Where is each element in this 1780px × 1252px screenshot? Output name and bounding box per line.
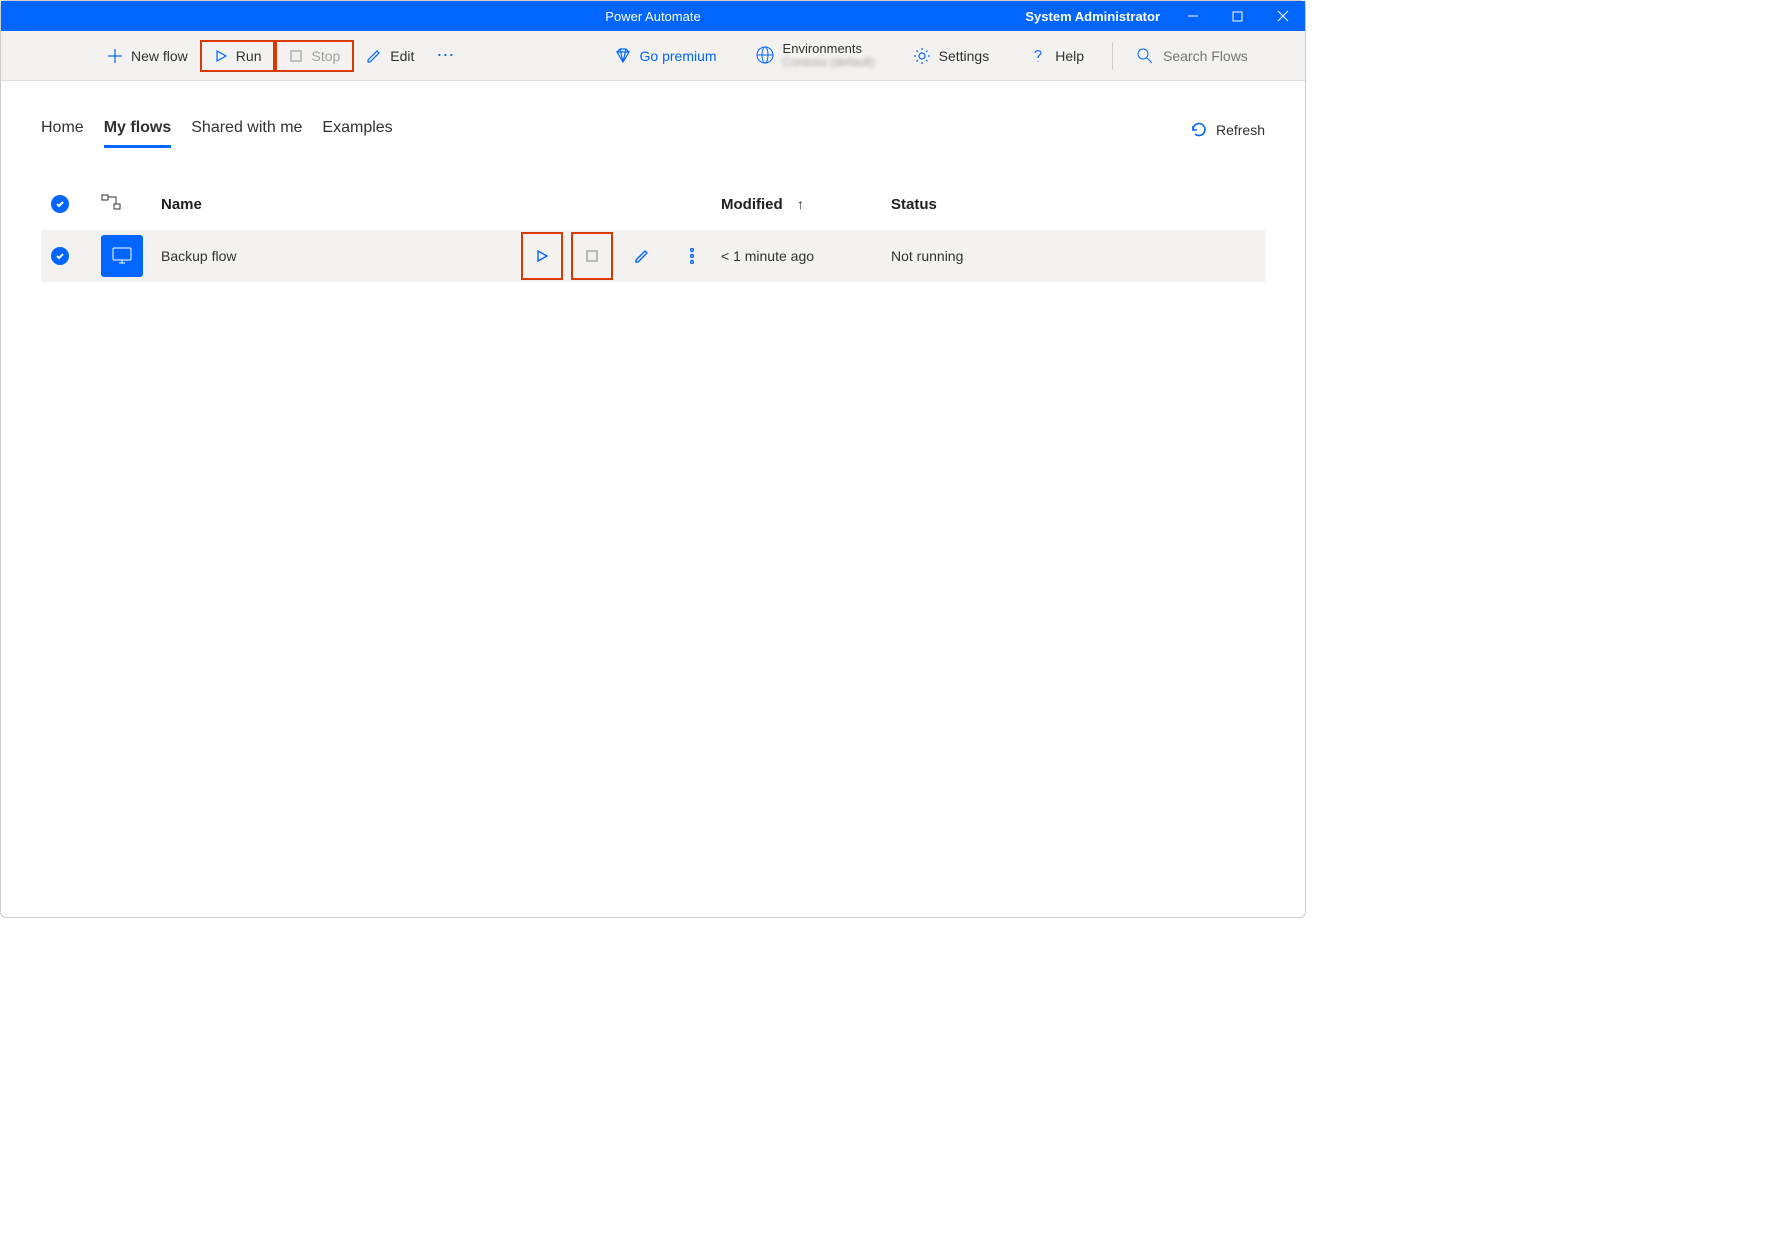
environments-label: Environments (783, 42, 875, 56)
pencil-icon (634, 248, 650, 264)
close-button[interactable] (1260, 1, 1305, 31)
minimize-icon (1187, 10, 1199, 22)
ellipsis-icon: ⋯ (436, 45, 455, 65)
play-icon (214, 49, 228, 63)
new-flow-label: New flow (131, 48, 188, 64)
tab-my-flows[interactable]: My flows (104, 111, 172, 148)
tab-home[interactable]: Home (41, 111, 84, 148)
stop-label: Stop (311, 48, 340, 64)
new-flow-button[interactable]: New flow (95, 42, 200, 70)
row-checkbox[interactable] (51, 247, 101, 265)
row-name[interactable]: Backup flow (151, 248, 521, 264)
minimize-button[interactable] (1170, 1, 1215, 31)
tabs-row: Home My flows Shared with me Examples Re… (41, 111, 1265, 148)
toolbar: New flow Run Stop Edit ⋯ Go premium Envi… (1, 31, 1305, 81)
pencil-icon (366, 48, 382, 64)
gear-icon (913, 47, 931, 65)
play-icon (535, 249, 549, 263)
toolbar-right: Go premium Environments Contoso (default… (602, 41, 1291, 71)
toolbar-left: New flow Run Stop Edit ⋯ (15, 39, 465, 72)
stop-button[interactable]: Stop (275, 40, 354, 72)
help-button[interactable]: Help (1017, 41, 1096, 71)
select-all[interactable] (51, 195, 101, 213)
row-stop-button[interactable] (571, 232, 613, 280)
search-input[interactable] (1163, 48, 1283, 64)
stop-icon (289, 49, 303, 63)
check-icon (51, 195, 69, 213)
row-status: Not running (891, 248, 1091, 264)
refresh-icon (1190, 121, 1208, 139)
titlebar: Power Automate System Administrator (1, 1, 1305, 31)
window-controls (1170, 1, 1305, 31)
go-premium-button[interactable]: Go premium (602, 41, 729, 71)
edit-label: Edit (390, 48, 414, 64)
tabs: Home My flows Shared with me Examples (41, 111, 393, 148)
tab-examples[interactable]: Examples (322, 111, 392, 148)
search-box[interactable] (1129, 44, 1291, 68)
question-icon (1029, 47, 1047, 65)
app-title: Power Automate (605, 9, 700, 24)
flows-table: Name Modified ↑ Status Backup flow (41, 178, 1265, 282)
edit-button[interactable]: Edit (354, 42, 426, 70)
user-name[interactable]: System Administrator (1025, 9, 1170, 24)
row-more-button[interactable] (671, 230, 713, 282)
maximize-button[interactable] (1215, 1, 1260, 31)
diamond-icon (614, 47, 632, 65)
type-column-icon[interactable] (101, 194, 151, 214)
table-row[interactable]: Backup flow < 1 minute ago Not running (41, 230, 1265, 282)
check-icon (51, 247, 69, 265)
tab-shared[interactable]: Shared with me (191, 111, 302, 148)
run-label: Run (236, 48, 262, 64)
content: Home My flows Shared with me Examples Re… (1, 81, 1305, 282)
toolbar-divider (1112, 42, 1113, 70)
close-icon (1277, 10, 1289, 22)
run-button[interactable]: Run (200, 40, 276, 72)
search-icon (1137, 48, 1153, 64)
plus-icon (107, 48, 123, 64)
help-label: Help (1055, 48, 1084, 64)
go-premium-label: Go premium (640, 48, 717, 64)
settings-label: Settings (939, 48, 990, 64)
more-button[interactable]: ⋯ (426, 39, 465, 72)
row-modified: < 1 minute ago (721, 248, 891, 264)
environments-button[interactable]: Environments Contoso (default) (745, 42, 885, 69)
maximize-icon (1232, 11, 1243, 22)
row-run-button[interactable] (521, 232, 563, 280)
refresh-label: Refresh (1216, 122, 1265, 138)
flow-type-icon (101, 194, 121, 210)
column-modified[interactable]: Modified ↑ (721, 196, 891, 213)
sort-arrow-up-icon: ↑ (797, 196, 804, 212)
stop-icon (585, 249, 599, 263)
globe-icon (755, 45, 775, 65)
refresh-button[interactable]: Refresh (1190, 121, 1265, 139)
column-name[interactable]: Name (151, 196, 521, 213)
desktop-flow-icon (110, 246, 134, 266)
column-status[interactable]: Status (891, 196, 1091, 213)
row-edit-button[interactable] (621, 230, 663, 282)
table-header: Name Modified ↑ Status (41, 178, 1265, 230)
settings-button[interactable]: Settings (901, 41, 1002, 71)
row-flow-icon (101, 235, 151, 277)
vertical-dots-icon (690, 248, 694, 264)
environments-name: Contoso (default) (783, 56, 875, 69)
